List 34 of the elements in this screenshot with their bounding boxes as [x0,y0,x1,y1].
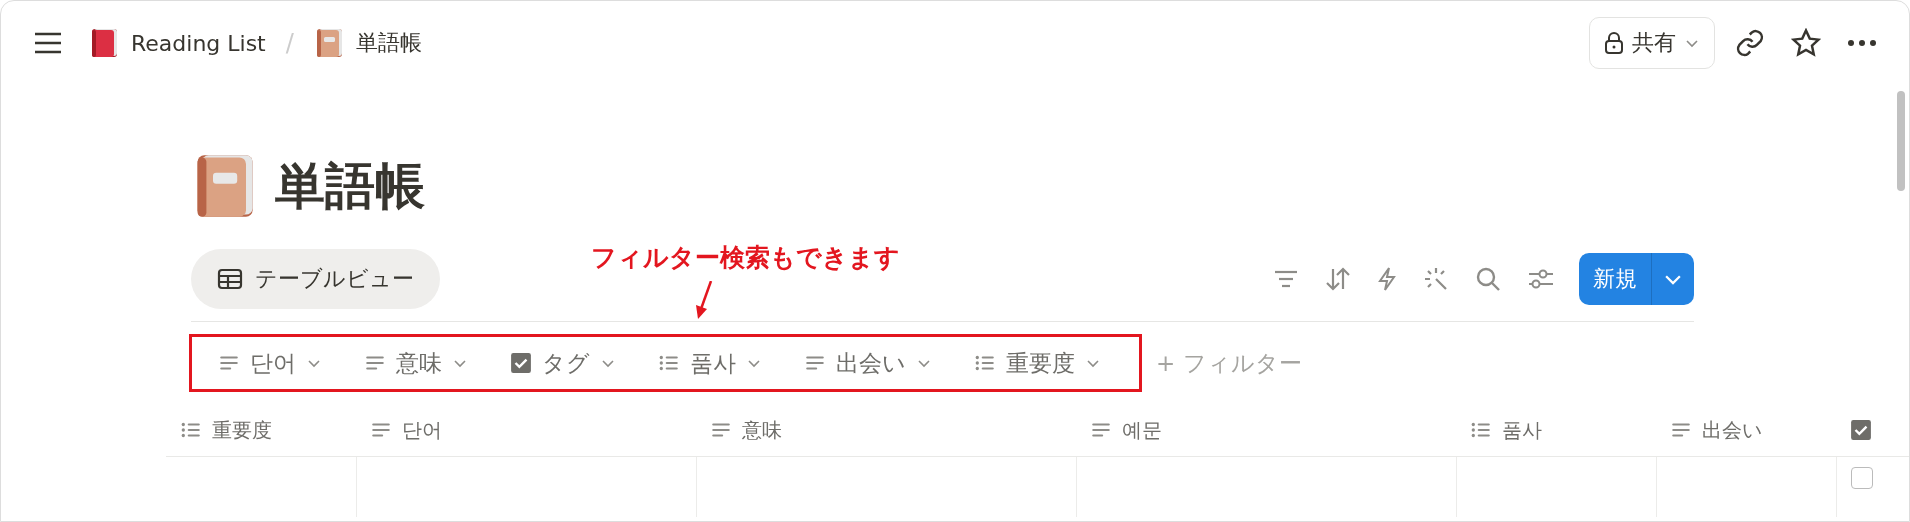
lock-icon [1604,31,1624,55]
breadcrumb-separator: / [285,29,294,57]
book-icon [89,28,119,58]
breadcrumb-link[interactable]: Reading List [83,24,272,62]
annotation-arrow [694,281,714,319]
table-icon [217,268,243,290]
column-label: 단어 [402,416,442,444]
view-tab[interactable]: テーブルビュー [191,249,440,309]
column-label: 重要度 [212,416,272,444]
column-header[interactable]: 품사 [1456,404,1656,456]
filter-chip[interactable]: 重要度 [964,343,1111,383]
column-header[interactable]: 단어 [356,404,696,456]
new-button[interactable]: 新規 [1579,253,1652,305]
column-header[interactable]: 重要度 [166,404,356,456]
filter-chip[interactable]: タグ [500,343,626,383]
column-header[interactable]: 예문 [1076,404,1456,456]
column-label: 예문 [1122,416,1162,444]
filter-chip[interactable]: 품사 [648,343,772,383]
column-label: 意味 [742,416,782,444]
filter-chip[interactable]: 단어 [208,343,332,383]
column-header[interactable]: 出会い [1656,404,1836,456]
annotation-text: フィルター検索もできます [591,242,900,274]
column-label: 出会い [1702,416,1762,444]
page-title: 単語帳 [275,155,425,217]
scrollbar[interactable] [1897,91,1905,191]
column-header[interactable]: 意味 [696,404,1076,456]
filter-chip[interactable]: 出会い [794,343,942,383]
row-checkbox[interactable] [1851,467,1873,489]
breadcrumb-link[interactable]: 単語帳 [307,24,428,62]
filter-chip[interactable]: 意味 [354,343,478,383]
checkbox-icon [1850,419,1872,441]
share-button[interactable]: 共有 [1589,17,1715,69]
column-label: 품사 [1502,416,1542,444]
checkbox-icon [510,352,532,374]
